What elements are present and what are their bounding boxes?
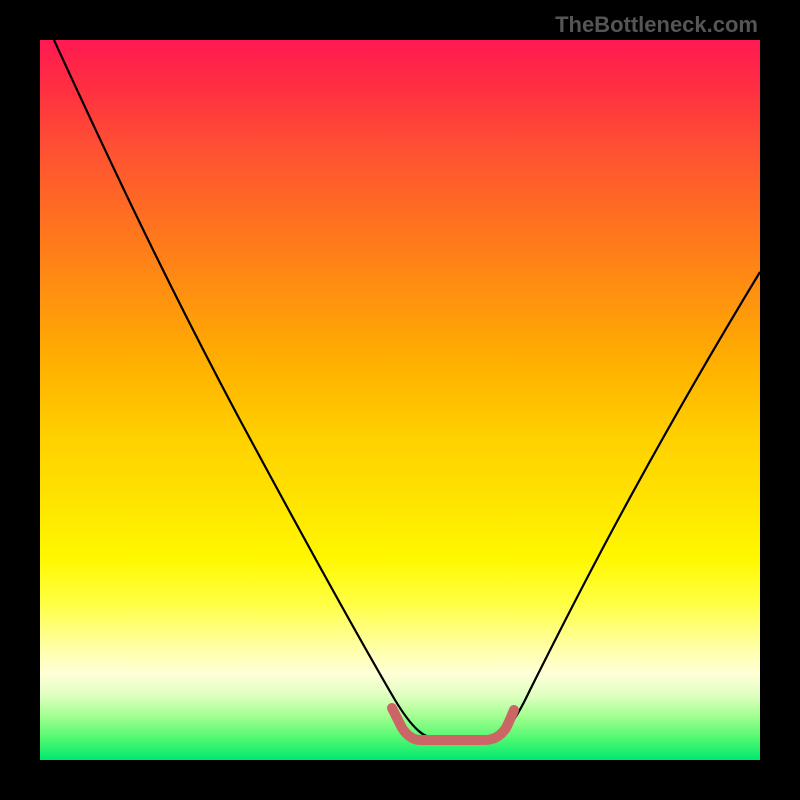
- bottleneck-curve: [54, 40, 760, 737]
- bottleneck-indicator: [392, 708, 514, 740]
- chart-container: TheBottleneck.com: [0, 0, 800, 800]
- chart-svg: [40, 40, 760, 760]
- watermark-text: TheBottleneck.com: [555, 12, 758, 38]
